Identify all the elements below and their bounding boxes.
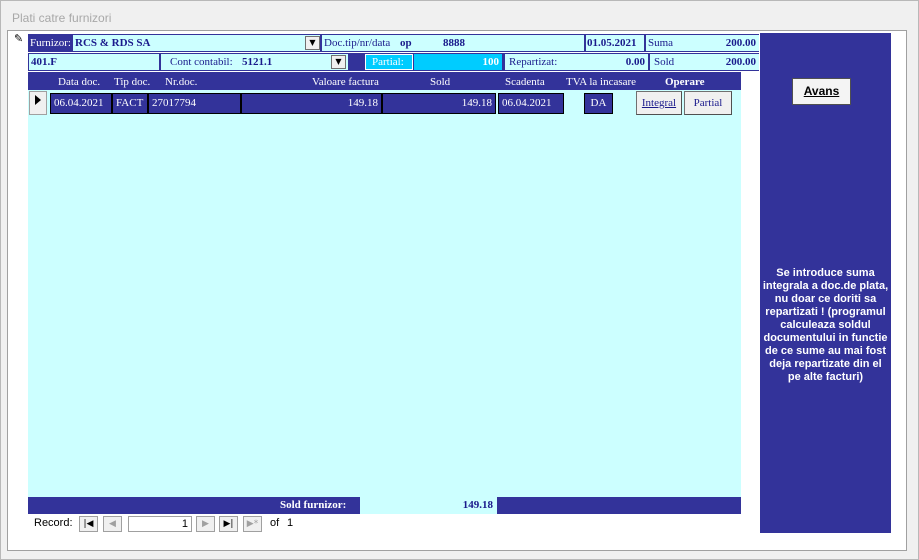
previous-record-icon[interactable]: ◀	[103, 516, 122, 532]
col-operare: Operare	[665, 76, 705, 88]
avans-button[interactable]: Avans	[792, 78, 851, 105]
doc-date-value: 01.05.2021	[587, 37, 637, 49]
col-tip-doc: Tip doc.	[114, 76, 151, 88]
furnizor-label: Furnizor:	[30, 37, 71, 49]
cell-tva[interactable]: DA	[584, 93, 613, 114]
cell-nr-doc[interactable]: 27017794	[148, 93, 241, 114]
col-data-doc: Data doc.	[58, 76, 101, 88]
suma-value: 200.00	[725, 37, 756, 49]
record-of-label: of	[270, 517, 280, 529]
col-tva: TVA la incasare	[566, 76, 637, 88]
integral-button[interactable]: Integral	[636, 91, 682, 115]
cell-sold[interactable]: 149.18	[382, 93, 496, 114]
partial-button[interactable]: Partial	[684, 91, 732, 115]
sold-furnizor-value: 149.18	[462, 499, 493, 511]
sold-value: 200.00	[725, 56, 756, 68]
cont-contabil-value: 5121.1	[242, 56, 273, 68]
repartizat-label: Repartizat:	[509, 56, 558, 68]
partial-label: Partial:	[372, 56, 404, 68]
cont-furnizor-value: 401.F	[31, 56, 57, 68]
sold-label: Sold	[654, 56, 675, 68]
current-record-icon	[35, 95, 41, 105]
col-nr-doc: Nr.doc.	[165, 76, 198, 88]
current-record-input[interactable]: 1	[128, 516, 192, 532]
help-note: Se introduce suma integrala a doc.de pla…	[762, 267, 889, 383]
furnizor-value: RCS & RDS SA	[75, 37, 151, 49]
col-sold: Sold	[430, 76, 451, 88]
next-record-icon[interactable]: ▶	[196, 516, 215, 532]
cont-contabil-dropdown-icon[interactable]: ▼	[331, 55, 346, 69]
cell-tip-doc[interactable]: FACT	[112, 93, 148, 114]
doc-label: Doc.tip/nr/data	[324, 37, 391, 49]
detail-section	[28, 90, 741, 498]
record-total: 1	[287, 517, 294, 529]
repartizat-value: 0.00	[625, 56, 645, 68]
record-label: Record:	[34, 517, 73, 529]
record-edit-icon: ✎	[14, 32, 24, 45]
cell-scadenta[interactable]: 06.04.2021	[498, 93, 564, 114]
cont-contabil-label: Cont contabil:	[170, 56, 233, 68]
suma-label: Suma	[648, 37, 674, 49]
furnizor-dropdown-icon[interactable]: ▼	[305, 36, 320, 50]
doc-tip-value[interactable]: op	[400, 35, 412, 51]
cell-data-doc[interactable]: 06.04.2021	[50, 93, 112, 114]
sold-furnizor-label: Sold furnizor:	[280, 499, 347, 511]
cell-valoare-factura[interactable]: 149.18	[241, 93, 382, 114]
avans-label: Avans	[803, 84, 840, 98]
first-record-icon[interactable]: |◀	[79, 516, 98, 532]
doc-nr-value[interactable]: 8888	[443, 35, 465, 51]
window-title: Plati catre furnizori	[12, 11, 112, 25]
col-scadenta: Scadenta	[505, 76, 545, 88]
last-record-icon[interactable]: ▶|	[219, 516, 238, 532]
new-record-icon[interactable]: ▶*	[243, 516, 262, 532]
partial-value: 100	[482, 56, 500, 68]
col-valoare-factura: Valoare factura	[312, 76, 379, 88]
